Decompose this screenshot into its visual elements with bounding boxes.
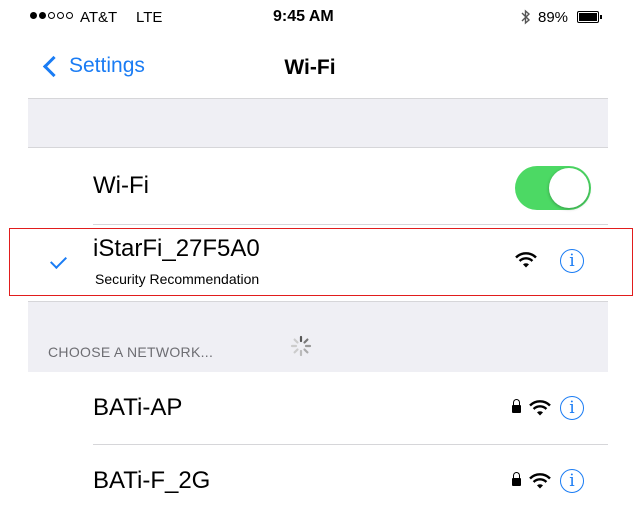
network-row[interactable]: BATi-AP i [28,372,608,444]
info-icon[interactable]: i [560,396,584,420]
connected-network-name: iStarFi_27F5A0 [93,235,260,262]
toggle-knob [549,168,589,208]
network-name: BATi-AP [93,394,183,421]
loading-spinner-icon [290,335,312,357]
page-title: Wi-Fi [284,56,336,79]
group-spacer [28,99,608,148]
wifi-toggle-switch[interactable] [515,166,591,210]
settings-screen: AT&T LTE 9:45 AM 89% Settings Wi-Fi Wi-F… [28,0,608,517]
network-section-header: CHOOSE A NETWORK... [28,301,608,373]
wifi-toggle-label: Wi-Fi [93,172,149,199]
wifi-signal-icon [515,252,537,268]
connected-network-subtitle: Security Recommendation [95,271,260,287]
carrier-name: AT&T [80,9,118,26]
connected-network-row[interactable]: iStarFi_27F5A0 Security Recommendation i [28,225,608,301]
wifi-signal-icon [529,473,551,489]
navigation-bar: Settings Wi-Fi [28,36,608,99]
checkmark-icon [50,252,67,269]
lock-icon [512,399,521,413]
info-icon[interactable]: i [560,249,584,273]
network-name: BATi-F_2G [93,467,211,494]
section-header-label: CHOOSE A NETWORK... [48,344,214,360]
wifi-signal-icon [529,400,551,416]
status-time: 9:45 AM [273,8,334,25]
info-icon[interactable]: i [560,469,584,493]
status-bar: AT&T LTE 9:45 AM 89% [28,0,608,36]
network-type: LTE [136,9,163,26]
wifi-toggle-row: Wi-Fi [28,148,608,224]
lock-icon [512,472,521,486]
bluetooth-icon [520,9,532,29]
network-row[interactable]: BATi-F_2G i [28,445,608,517]
battery-percent: 89% [538,9,569,26]
signal-strength-icon [30,12,73,19]
battery-icon [577,11,603,23]
